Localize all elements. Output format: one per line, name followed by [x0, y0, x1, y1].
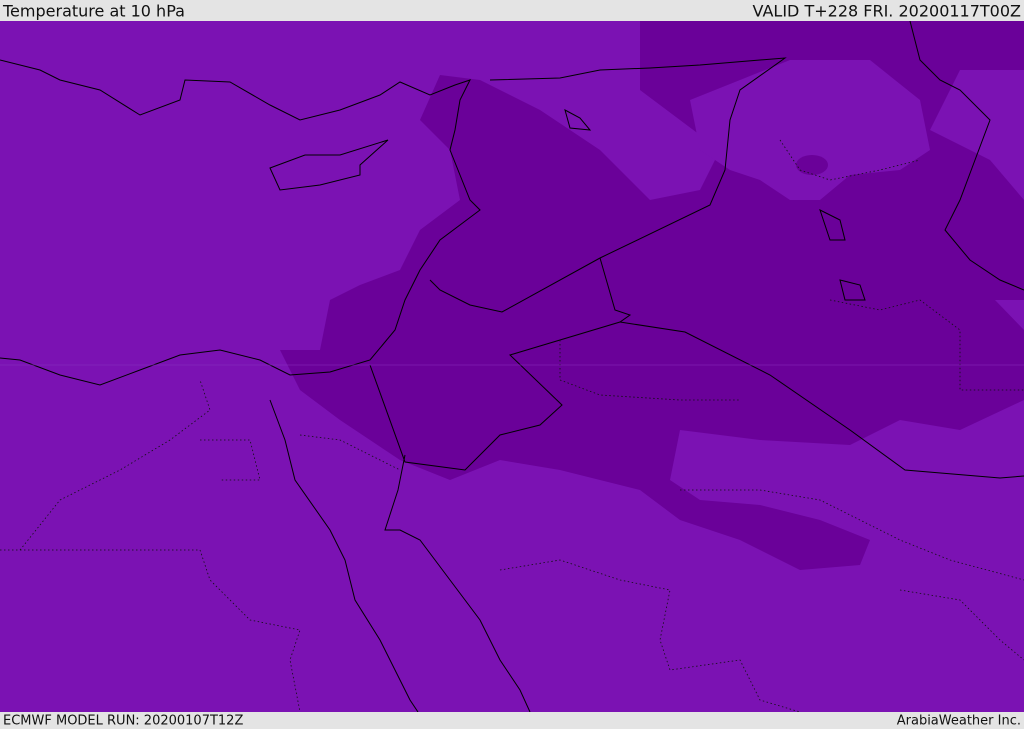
- temperature-map: [0, 21, 1024, 712]
- header-bar: Temperature at 10 hPa VALID T+228 FRI. 2…: [0, 0, 1024, 21]
- temperature-field-cold-spot: [796, 155, 828, 175]
- footer-bar: ECMWF MODEL RUN: 20200107T12Z ArabiaWeat…: [0, 712, 1024, 729]
- map-title: Temperature at 10 hPa: [3, 1, 185, 20]
- valid-time: VALID T+228 FRI. 20200117T00Z: [752, 1, 1021, 20]
- credit: ArabiaWeather Inc.: [896, 713, 1021, 728]
- model-run: ECMWF MODEL RUN: 20200107T12Z: [3, 713, 244, 728]
